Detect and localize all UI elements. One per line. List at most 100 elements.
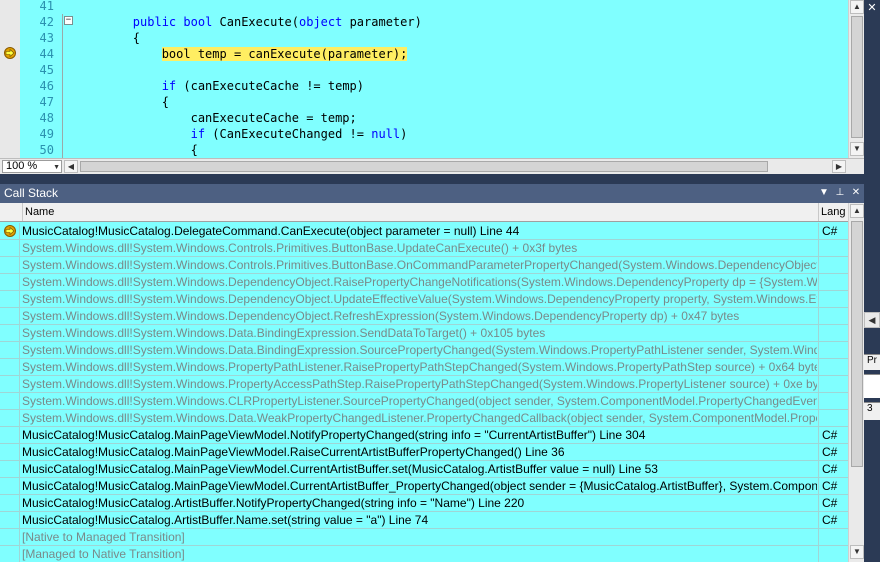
frame-name: System.Windows.dll!System.Windows.Proper… [22, 377, 817, 391]
frame-name: MusicCatalog!MusicCatalog.ArtistBuffer.N… [22, 513, 429, 527]
column-header-language[interactable]: Lang [818, 203, 848, 221]
code-line[interactable]: 44 bool temp = canExecute(parameter); [0, 46, 850, 62]
callstack-frame-row[interactable]: [Native to Managed Transition] [0, 529, 848, 546]
frame-indicator-cell [0, 342, 20, 358]
pin-icon[interactable]: ⊥ [834, 187, 846, 199]
code-token: (canExecuteCache != temp) [176, 79, 364, 93]
scroll-up-arrow-icon[interactable]: ▲ [850, 0, 864, 14]
editor-hscroll-thumb[interactable] [80, 161, 768, 172]
callstack-frame-row[interactable]: System.Windows.dll!System.Windows.CLRPro… [0, 393, 848, 410]
editor-vertical-scrollbar[interactable]: ▲ ▼ [848, 0, 864, 158]
frame-name: [Managed to Native Transition] [22, 547, 185, 561]
frame-indicator-cell [0, 444, 20, 460]
callstack-frame-row[interactable]: System.Windows.dll!System.Windows.Depend… [0, 308, 848, 325]
frame-language: C# [818, 444, 848, 460]
frame-indicator-cell [0, 512, 20, 528]
line-number: 46 [39, 79, 54, 93]
frame-language [818, 274, 848, 290]
side-panel-item[interactable]: 3 [864, 402, 880, 420]
code-token: parameter) [342, 15, 422, 29]
code-keyword: null [371, 127, 401, 141]
callstack-frame-row[interactable]: MusicCatalog!MusicCatalog.ArtistBuffer.N… [0, 495, 848, 512]
frame-language [818, 325, 848, 341]
code-token: { [75, 95, 169, 109]
code-line[interactable]: 45 [0, 62, 850, 78]
callstack-frame-row[interactable]: System.Windows.dll!System.Windows.Proper… [0, 376, 848, 393]
callstack-frame-row[interactable]: [Managed to Native Transition] [0, 546, 848, 562]
code-line[interactable]: 42 public bool CanExecute(object paramet… [0, 14, 850, 30]
code-text: public bool CanExecute(object parameter) [75, 14, 422, 30]
callstack-frame-row[interactable]: System.Windows.dll!System.Windows.Contro… [0, 240, 848, 257]
column-header-name[interactable]: Name [22, 203, 818, 221]
frame-language [818, 291, 848, 307]
scroll-down-arrow-icon[interactable]: ▼ [850, 545, 864, 559]
close-icon[interactable]: ✕ [866, 2, 878, 14]
code-line[interactable]: 47 { [0, 94, 850, 110]
callstack-frame-row[interactable]: MusicCatalog!MusicCatalog.ArtistBuffer.N… [0, 512, 848, 529]
scroll-right-arrow-icon[interactable]: ▶ [832, 160, 846, 173]
callstack-frame-row[interactable]: System.Windows.dll!System.Windows.Data.B… [0, 325, 848, 342]
frame-indicator-cell [0, 461, 20, 477]
code-text: { [75, 94, 169, 110]
code-line[interactable]: 46 if (canExecuteCache != temp) [0, 78, 850, 94]
code-token: canExecuteCache = temp; [75, 111, 357, 125]
frame-language [818, 393, 848, 409]
callstack-frame-row[interactable]: System.Windows.dll!System.Windows.Contro… [0, 257, 848, 274]
code-line[interactable]: 50 { [0, 142, 850, 158]
frame-name: System.Windows.dll!System.Windows.Depend… [22, 292, 817, 306]
callstack-frame-row[interactable]: MusicCatalog!MusicCatalog.DelegateComman… [0, 223, 848, 240]
callstack-vertical-scrollbar[interactable]: ▲ ▼ [848, 203, 864, 562]
frame-name: MusicCatalog!MusicCatalog.MainPageViewMo… [22, 479, 817, 493]
frame-indicator-cell [0, 376, 20, 392]
header-icon-column [0, 203, 22, 221]
editor-right-strip: ✕ [864, 0, 880, 176]
callstack-frame-row[interactable]: System.Windows.dll!System.Windows.Data.W… [0, 410, 848, 427]
code-line[interactable]: 49 if (CanExecuteChanged != null) [0, 126, 850, 142]
code-text: if (CanExecuteChanged != null) [75, 126, 408, 142]
code-line[interactable]: 48 canExecuteCache = temp; [0, 110, 850, 126]
callstack-frame-row[interactable]: MusicCatalog!MusicCatalog.MainPageViewMo… [0, 461, 848, 478]
editor-scroll-thumb[interactable] [851, 16, 863, 138]
line-number: 44 [39, 47, 54, 61]
code-text: canExecuteCache = temp; [75, 110, 357, 126]
callstack-frame-row[interactable]: System.Windows.dll!System.Windows.Data.B… [0, 342, 848, 359]
callstack-frame-row[interactable]: MusicCatalog!MusicCatalog.MainPageViewMo… [0, 427, 848, 444]
callstack-scroll-thumb[interactable] [851, 221, 863, 467]
callstack-grid[interactable]: Name Lang MusicCatalog!MusicCatalog.Dele… [0, 203, 848, 562]
frame-language [818, 308, 848, 324]
callstack-frame-row[interactable]: System.Windows.dll!System.Windows.Proper… [0, 359, 848, 376]
code-line[interactable]: 41 [0, 0, 850, 14]
frame-language [818, 376, 848, 392]
callstack-frame-row[interactable]: System.Windows.dll!System.Windows.Depend… [0, 291, 848, 308]
callstack-titlebar[interactable]: Call Stack ▼ ⊥ ✕ [0, 184, 864, 203]
frame-indicator-cell [0, 325, 20, 341]
code-token: (CanExecuteChanged != [205, 127, 372, 141]
side-panel-tab[interactable]: Pr [864, 354, 880, 370]
frame-language: C# [818, 512, 848, 528]
scroll-up-arrow-icon[interactable]: ▲ [850, 204, 864, 218]
frame-name: System.Windows.dll!System.Windows.Data.B… [22, 343, 817, 357]
code-line[interactable]: 43 { [0, 30, 850, 46]
zoom-dropdown[interactable]: 100 % ▼ [2, 160, 62, 173]
frame-language [818, 546, 848, 562]
scroll-left-arrow-icon[interactable]: ◀ [64, 160, 78, 173]
scroll-left-arrow-icon[interactable]: ◀ [864, 312, 880, 328]
frame-indicator-cell [0, 240, 20, 256]
window-position-dropdown-icon[interactable]: ▼ [818, 187, 830, 199]
frame-language [818, 529, 848, 545]
code-editor[interactable]: − 41 42 public bool CanExecute(object par… [0, 0, 864, 158]
window-splitter[interactable] [0, 176, 880, 184]
frame-indicator-cell [0, 223, 20, 239]
callstack-frame-row[interactable]: System.Windows.dll!System.Windows.Depend… [0, 274, 848, 291]
frame-indicator-cell [0, 546, 20, 562]
frame-indicator-cell [0, 427, 20, 443]
scroll-down-arrow-icon[interactable]: ▼ [850, 142, 864, 156]
side-panel-strip: ◀ Pr 3 [864, 184, 880, 562]
close-icon[interactable]: ✕ [850, 187, 862, 199]
callstack-frame-row[interactable]: MusicCatalog!MusicCatalog.MainPageViewMo… [0, 478, 848, 495]
callstack-frame-row[interactable]: MusicCatalog!MusicCatalog.MainPageViewMo… [0, 444, 848, 461]
frame-name: MusicCatalog!MusicCatalog.ArtistBuffer.N… [22, 496, 525, 510]
frame-name: System.Windows.dll!System.Windows.Depend… [22, 309, 740, 323]
